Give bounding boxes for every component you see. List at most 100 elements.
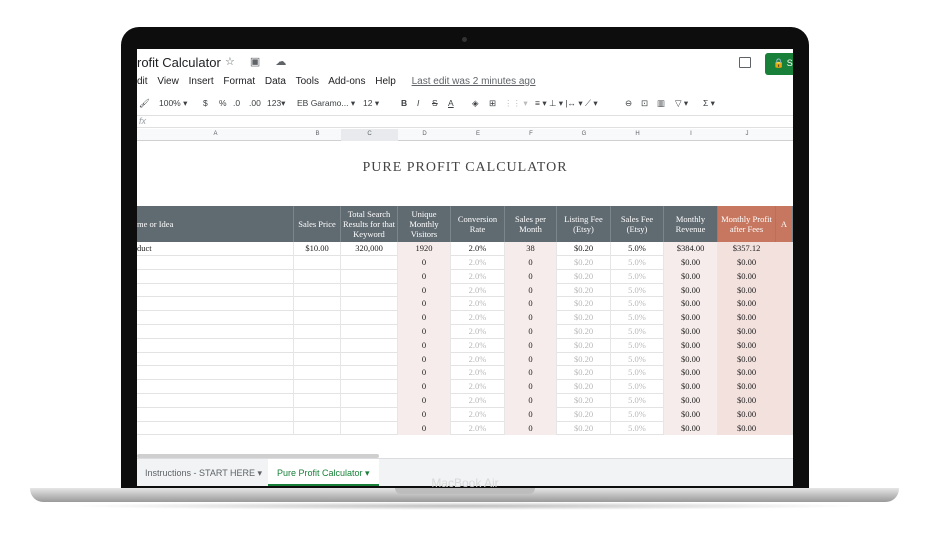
cell-sales-price[interactable] xyxy=(294,283,341,298)
cell-next[interactable] xyxy=(776,242,793,256)
menu-addons[interactable]: Add-ons xyxy=(328,76,365,87)
col-header-j[interactable]: J xyxy=(718,131,776,137)
cell-listing-fee[interactable]: $0.20 xyxy=(557,311,611,325)
header-search-results[interactable]: Total Search Results for that Keyword xyxy=(341,206,398,242)
cell-profit[interactable]: $0.00 xyxy=(718,407,776,422)
paint-format-icon[interactable]: 🖌 xyxy=(139,98,150,109)
insert-comment-icon[interactable]: ⊡ xyxy=(641,98,648,109)
cell-sales[interactable]: 0 xyxy=(505,297,557,312)
cell-visitors[interactable]: 0 xyxy=(398,407,451,422)
formula-bar[interactable]: fx xyxy=(137,115,793,128)
cell-search-results[interactable] xyxy=(341,421,398,436)
cell-conversion[interactable]: 2.0% xyxy=(451,352,505,367)
cell-sales-fee[interactable]: 5.0% xyxy=(611,311,664,325)
cell-sales-price[interactable] xyxy=(294,325,341,339)
cell-visitors[interactable]: 0 xyxy=(398,256,451,270)
cell-search-results[interactable] xyxy=(341,269,398,284)
share-button[interactable]: 🔒 S xyxy=(765,53,793,75)
cell-profit[interactable]: $0.00 xyxy=(718,380,776,394)
cell-sales[interactable]: 0 xyxy=(505,352,557,367)
cell-revenue[interactable]: $0.00 xyxy=(664,407,718,422)
header-name-idea[interactable]: me or Idea xyxy=(137,206,294,242)
cell-sales-fee[interactable]: 5.0% xyxy=(611,338,664,353)
cell-next[interactable] xyxy=(776,269,793,284)
cell-revenue[interactable]: $0.00 xyxy=(664,394,718,408)
cell-next[interactable] xyxy=(776,394,793,408)
cell-conversion[interactable]: 2.0% xyxy=(451,283,505,298)
cell-sales[interactable]: 0 xyxy=(505,394,557,408)
cell-profit[interactable]: $0.00 xyxy=(718,269,776,284)
cell-conversion[interactable]: 2.0% xyxy=(451,380,505,394)
cell-name[interactable] xyxy=(137,407,294,422)
cell-conversion[interactable]: 2.0% xyxy=(451,256,505,270)
cell-profit[interactable]: $0.00 xyxy=(718,283,776,298)
cell-sales[interactable]: 0 xyxy=(505,311,557,325)
cell-sales[interactable]: 0 xyxy=(505,407,557,422)
cell-search-results[interactable] xyxy=(341,352,398,367)
menu-format[interactable]: Format xyxy=(223,76,255,87)
filter-icon[interactable]: ▽ ▾ xyxy=(675,98,688,109)
cell-sales-price[interactable] xyxy=(294,421,341,436)
cell-conversion[interactable]: 2.0% xyxy=(451,407,505,422)
menu-view[interactable]: View xyxy=(157,76,179,87)
menu-tools[interactable]: Tools xyxy=(296,76,319,87)
header-monthly-revenue[interactable]: Monthly Revenue xyxy=(664,206,718,242)
cell-sales[interactable]: 0 xyxy=(505,338,557,353)
cell-listing-fee[interactable]: $0.20 xyxy=(557,421,611,436)
cell-sales-fee[interactable]: 5.0% xyxy=(611,256,664,270)
cell-sales-price[interactable] xyxy=(294,256,341,270)
sheet-title[interactable]: PURE PROFIT CALCULATOR xyxy=(137,160,793,176)
cell-sales-fee[interactable]: 5.0% xyxy=(611,352,664,367)
percent-button[interactable]: % xyxy=(219,98,227,108)
cell-next[interactable] xyxy=(776,283,793,298)
cell-name[interactable] xyxy=(137,394,294,408)
cell-visitors[interactable]: 0 xyxy=(398,325,451,339)
zoom-select[interactable]: 100% ▾ xyxy=(159,98,187,109)
cell-next[interactable] xyxy=(776,407,793,422)
cell-listing-fee[interactable]: $0.20 xyxy=(557,394,611,408)
cell-name[interactable] xyxy=(137,283,294,298)
increase-decimal-button[interactable]: .00 xyxy=(249,98,261,108)
header-conversion-rate[interactable]: Conversion Rate xyxy=(451,206,505,242)
cell-listing-fee[interactable]: $0.20 xyxy=(557,256,611,270)
cell-sales[interactable]: 0 xyxy=(505,256,557,270)
cell-revenue[interactable]: $0.00 xyxy=(664,380,718,394)
menu-insert[interactable]: Insert xyxy=(189,76,214,87)
cell-visitors[interactable]: 0 xyxy=(398,283,451,298)
cell-revenue[interactable]: $0.00 xyxy=(664,256,718,270)
cell-revenue[interactable]: $0.00 xyxy=(664,297,718,312)
cell-listing-fee[interactable]: $0.20 xyxy=(557,297,611,312)
insert-chart-icon[interactable]: ▥ xyxy=(657,98,665,109)
col-header-a[interactable]: A xyxy=(137,131,294,137)
cell-name[interactable] xyxy=(137,338,294,353)
cell-next[interactable] xyxy=(776,366,793,381)
col-header-g[interactable]: G xyxy=(557,131,611,137)
cell-visitors[interactable]: 0 xyxy=(398,338,451,353)
col-header-h[interactable]: H xyxy=(611,131,664,137)
font-size-select[interactable]: 12 ▾ xyxy=(363,98,379,109)
cell-conversion[interactable]: 2.0% xyxy=(451,394,505,408)
fill-color-icon[interactable]: ◈ xyxy=(472,98,479,109)
cell-search-results[interactable] xyxy=(341,366,398,381)
cell-sales[interactable]: 0 xyxy=(505,325,557,339)
star-move-cloud-icons[interactable]: ☆ ▣ ☁ xyxy=(225,55,292,68)
cell-profit[interactable]: $0.00 xyxy=(718,325,776,339)
cell-conversion[interactable]: 2.0% xyxy=(451,366,505,381)
cell-revenue[interactable]: $0.00 xyxy=(664,269,718,284)
cell-sales[interactable]: 0 xyxy=(505,366,557,381)
cell-revenue[interactable]: $0.00 xyxy=(664,338,718,353)
cell-next[interactable] xyxy=(776,380,793,394)
cell-listing-fee[interactable]: $0.20 xyxy=(557,366,611,381)
cell-visitors[interactable]: 0 xyxy=(398,394,451,408)
cell-visitors[interactable]: 0 xyxy=(398,421,451,436)
cell-revenue[interactable]: $384.00 xyxy=(664,242,718,256)
document-title[interactable]: rofit Calculator xyxy=(137,55,221,70)
cell-sales-fee[interactable]: 5.0% xyxy=(611,325,664,339)
cell-sales-price[interactable] xyxy=(294,338,341,353)
header-monthly-profit[interactable]: Monthly Profit after Fees xyxy=(718,206,776,242)
functions-icon[interactable]: Σ ▾ xyxy=(703,98,715,109)
cell-sales-price[interactable] xyxy=(294,297,341,312)
cell-visitors[interactable]: 0 xyxy=(398,269,451,284)
col-header-c[interactable]: C xyxy=(341,129,398,141)
cell-profit[interactable]: $0.00 xyxy=(718,394,776,408)
